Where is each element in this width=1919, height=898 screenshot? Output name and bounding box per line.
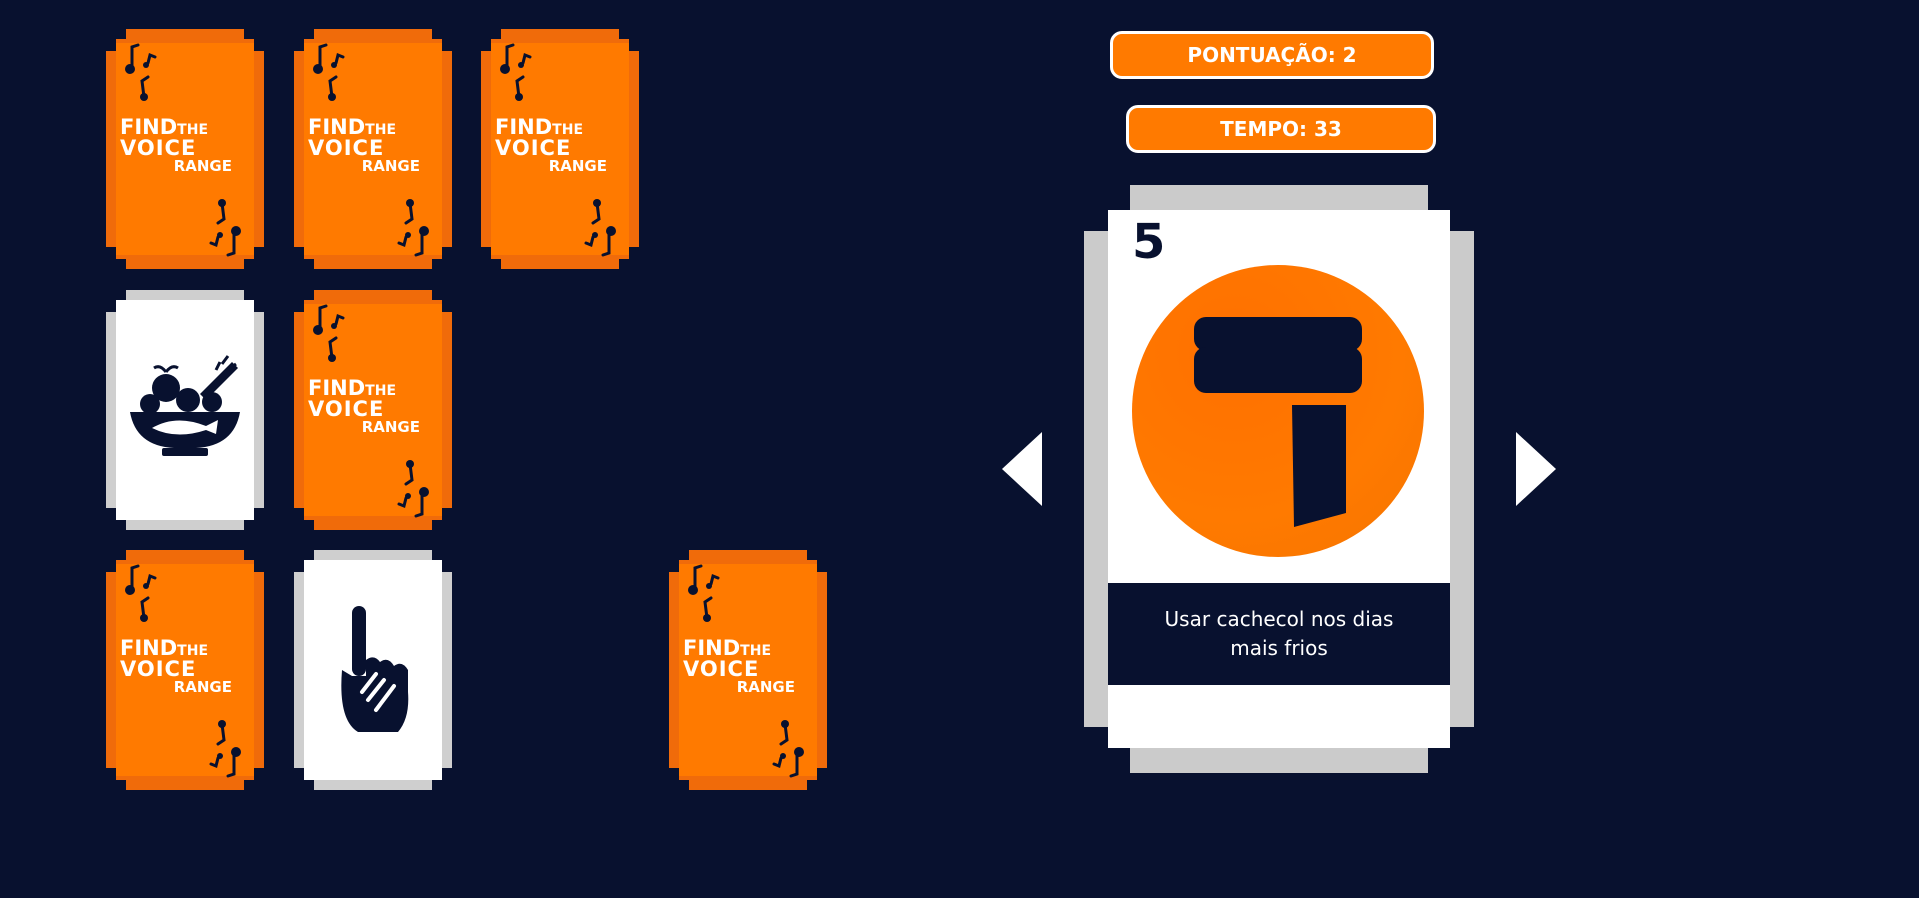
game-logo: FINDTHE VOICE RANGE — [495, 115, 607, 175]
music-notes-icon — [584, 199, 616, 257]
music-notes-icon — [772, 720, 804, 778]
music-notes-icon — [209, 199, 241, 257]
detail-card: 5 Usar cachecol nos dias mais frios — [1084, 185, 1474, 773]
music-notes-icon — [397, 199, 429, 257]
arrow-right-icon[interactable] — [1516, 432, 1556, 506]
music-notes-icon — [313, 304, 345, 362]
memory-card-face-up[interactable] — [294, 550, 452, 790]
score-label: PONTUAÇÃO: 2 — [1187, 43, 1357, 67]
arrow-left-icon[interactable] — [1002, 432, 1042, 506]
memory-card-face-down[interactable]: FINDTHE VOICE RANGE — [294, 29, 452, 269]
music-notes-icon — [500, 43, 532, 101]
memory-card-face-down[interactable]: FINDTHE VOICE RANGE — [481, 29, 639, 269]
music-notes-icon — [397, 460, 429, 518]
timer-badge: TEMPO: 33 — [1126, 105, 1436, 153]
memory-card-face-up[interactable] — [106, 290, 264, 530]
music-notes-icon — [125, 43, 157, 101]
memory-card-face-down[interactable]: FINDTHE VOICE RANGE — [294, 290, 452, 530]
hand-pointing-icon — [341, 606, 409, 732]
music-notes-icon — [125, 564, 157, 622]
scarf-icon — [1194, 317, 1362, 527]
game-logo: FINDTHE VOICE RANGE — [308, 376, 420, 436]
timer-label: TEMPO: 33 — [1220, 117, 1342, 141]
music-notes-icon — [209, 720, 241, 778]
card-number: 5 — [1132, 214, 1166, 270]
game-logo: FINDTHE VOICE RANGE — [120, 115, 232, 175]
memory-card-face-down[interactable]: FINDTHE VOICE RANGE — [106, 29, 264, 269]
music-notes-icon — [688, 564, 720, 622]
music-notes-icon — [313, 43, 345, 101]
game-logo: FINDTHE VOICE RANGE — [120, 636, 232, 696]
card-illustration — [1132, 265, 1424, 557]
food-bowl-icon — [130, 355, 240, 456]
game-logo: FINDTHE VOICE RANGE — [308, 115, 420, 175]
game-logo: FINDTHE VOICE RANGE — [683, 636, 795, 696]
score-badge: PONTUAÇÃO: 2 — [1110, 31, 1434, 79]
memory-card-face-down[interactable]: FINDTHE VOICE RANGE — [106, 550, 264, 790]
memory-card-face-down[interactable]: FINDTHE VOICE RANGE — [669, 550, 827, 790]
card-caption: Usar cachecol nos dias mais frios — [1108, 583, 1450, 685]
